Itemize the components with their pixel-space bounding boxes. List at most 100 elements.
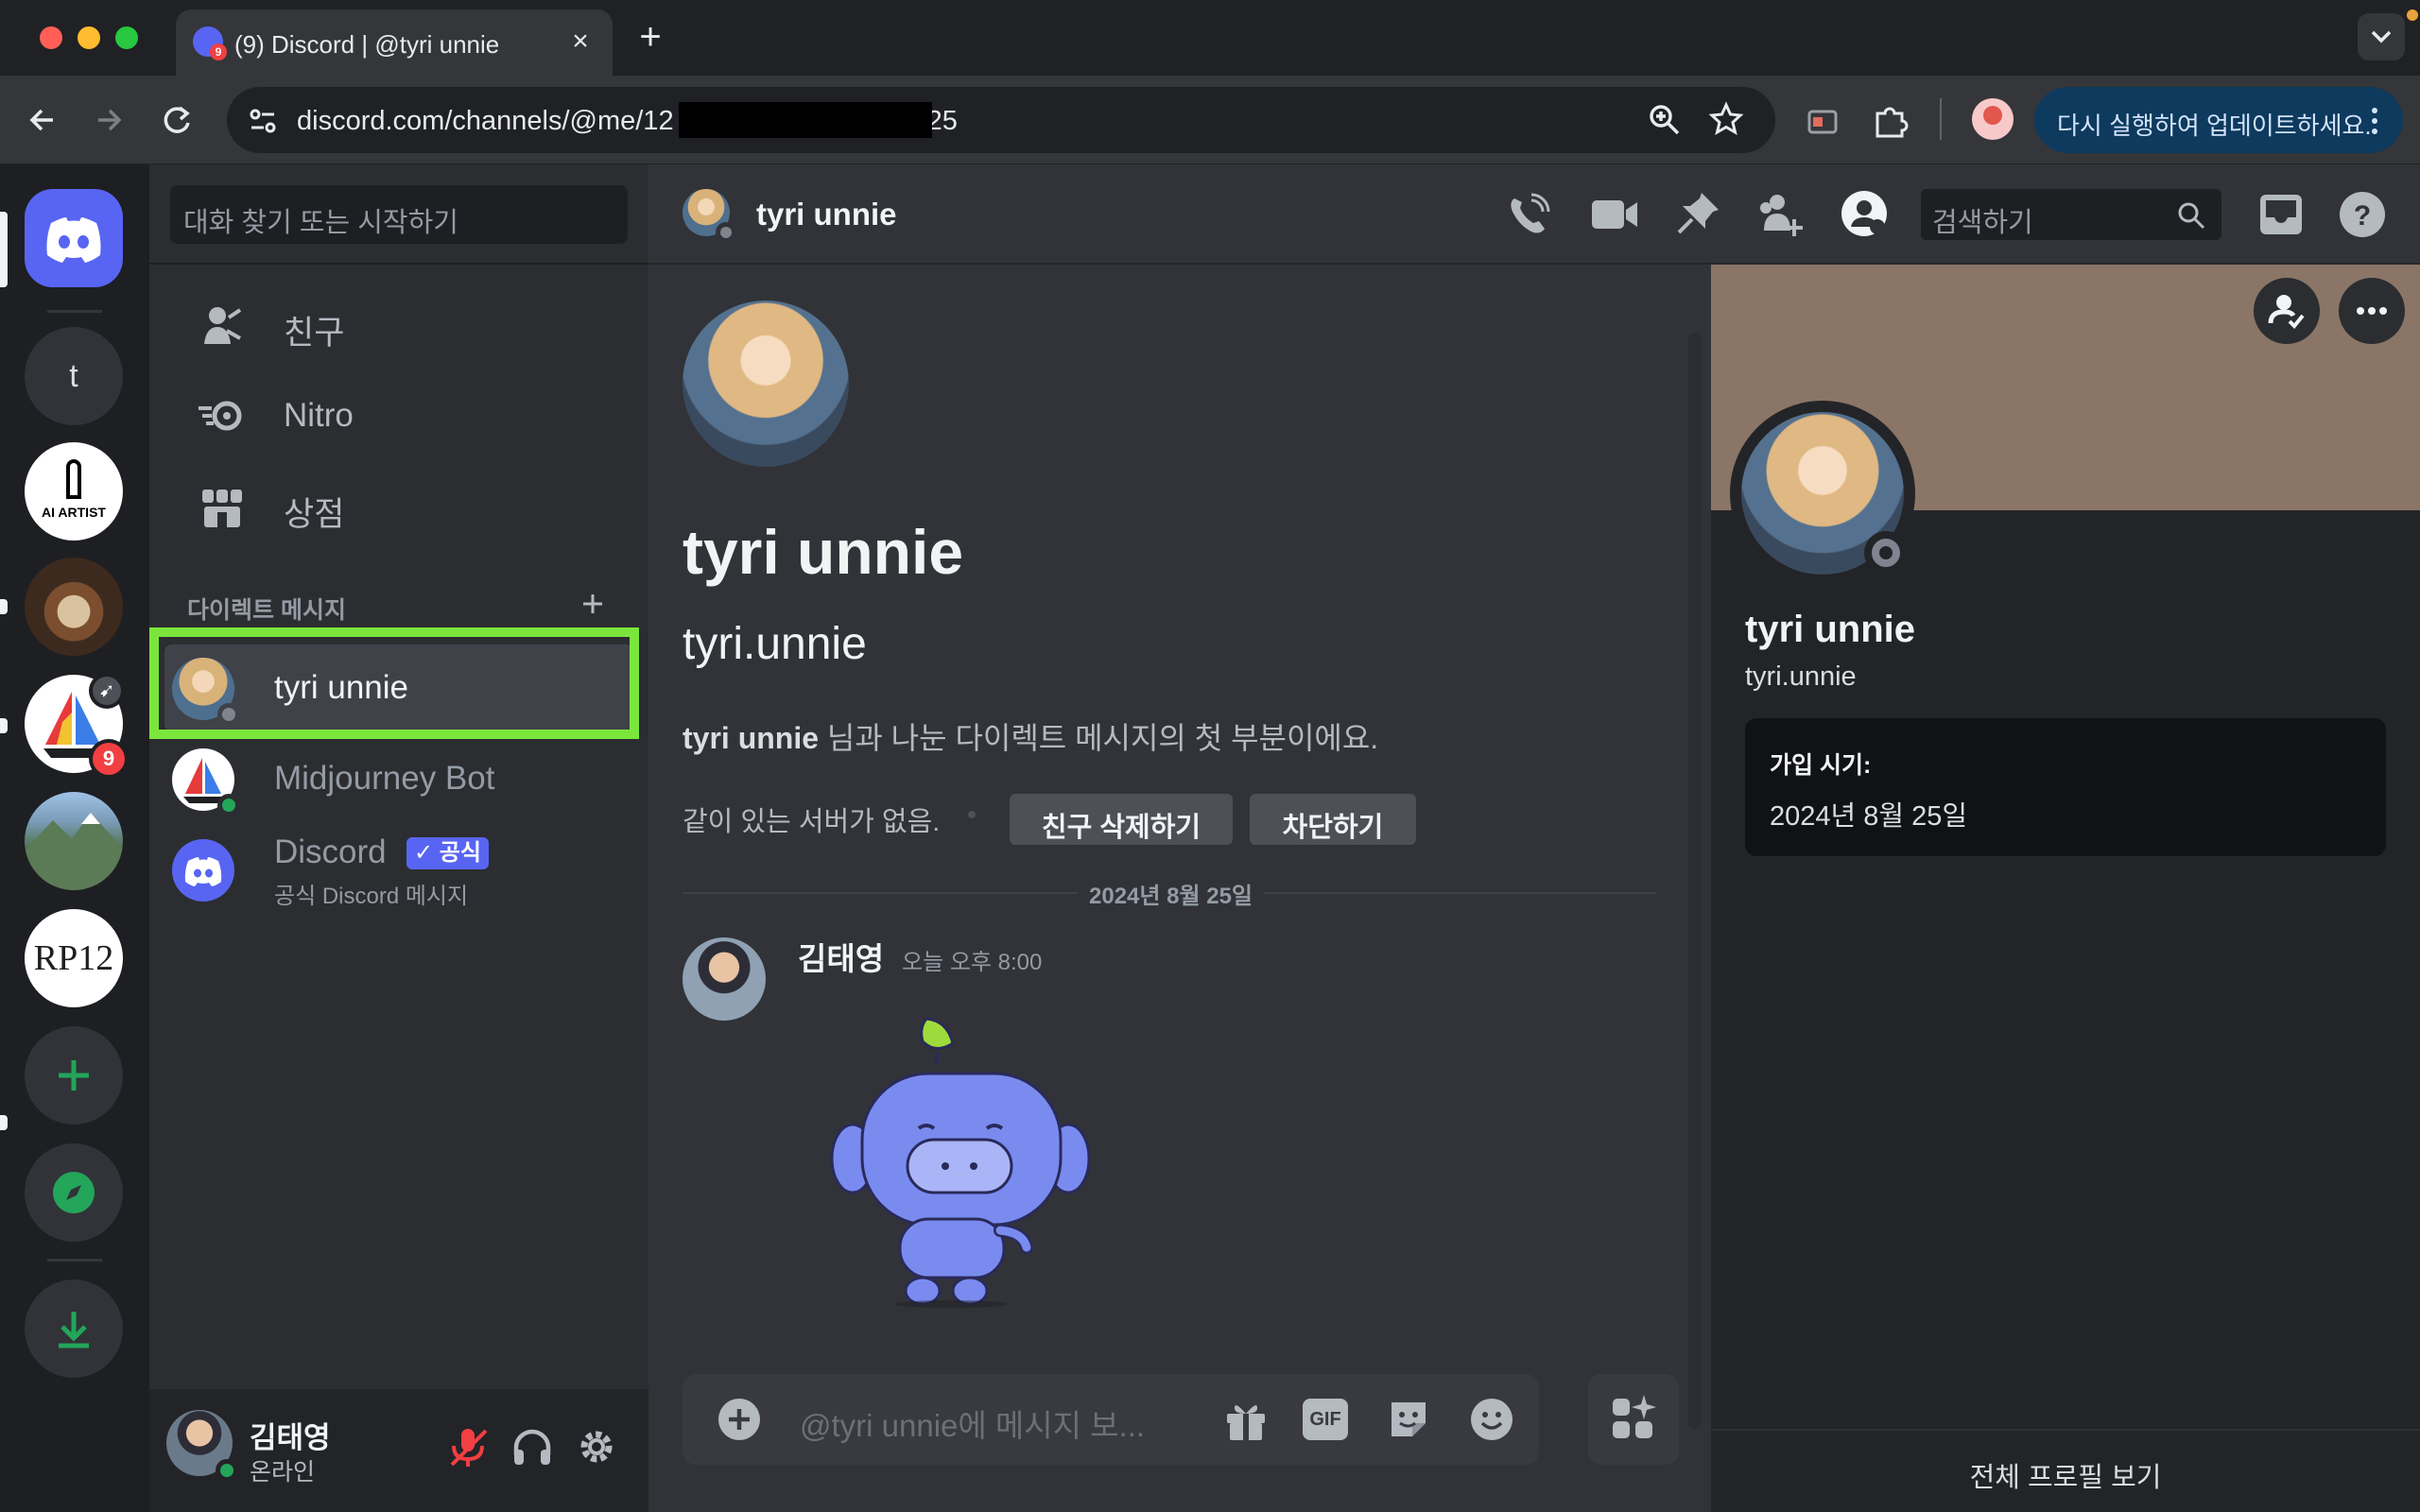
shop-icon	[202, 490, 242, 527]
cast-icon[interactable]	[1804, 104, 1841, 142]
headphones-icon[interactable]	[509, 1423, 556, 1470]
discord-logo-icon	[46, 217, 101, 263]
user-panel: 김태영 온라인	[149, 1389, 648, 1512]
unread-indicator	[0, 599, 8, 614]
extensions-icon[interactable]	[1870, 100, 1911, 142]
apps-icon	[1613, 1395, 1656, 1438]
tab-search-button[interactable]	[2358, 13, 2405, 60]
selected-indicator	[0, 212, 8, 287]
direct-messages-home-button[interactable]	[25, 189, 123, 287]
chat-scrollbar[interactable]	[1688, 333, 1702, 1429]
pin-icon[interactable]	[1673, 189, 1722, 238]
user-status: 온라인	[250, 1459, 316, 1486]
ellipsis-icon	[2357, 307, 2387, 315]
help-icon[interactable]: ?	[2337, 189, 2388, 240]
user-profile-toggle-icon[interactable]	[1838, 187, 1891, 240]
new-tab-button[interactable]: +	[631, 18, 669, 57]
create-dm-icon[interactable]	[579, 590, 607, 618]
block-button[interactable]: 차단하기	[1250, 794, 1416, 845]
add-friend-button[interactable]	[2254, 278, 2320, 344]
channel-header: tyri unnie 검색하기 ?	[648, 164, 2420, 265]
dm-intro-text: tyri unnie 님과 나눈 다이렉트 메시지의 첫 부분이에요.	[683, 721, 1379, 755]
mention-badge: 9	[93, 743, 125, 775]
profile-username: tyri.unnie	[1745, 662, 1857, 692]
redaction-bar	[679, 102, 932, 138]
message-author-avatar[interactable]	[683, 937, 766, 1021]
server-t[interactable]: t	[25, 327, 123, 425]
gift-icon[interactable]	[1221, 1395, 1270, 1444]
dm-sidebar: 대화 찾기 또는 시작하기 친구 Nitro 상점 다이렉트 메시지 tyri …	[149, 164, 648, 1512]
gif-button[interactable]: GIF	[1303, 1399, 1348, 1440]
server-coffee[interactable]	[25, 558, 123, 656]
server-rp12[interactable]: RP12	[25, 909, 123, 1007]
rocket-icon: ➹	[93, 677, 121, 705]
unread-indicator	[0, 718, 8, 733]
view-full-profile-link[interactable]: 전체 프로필 보기	[1711, 1455, 2420, 1495]
user-avatar[interactable]	[166, 1410, 238, 1482]
boost-badge: ➹	[89, 673, 125, 709]
dm-display-name: tyri unnie	[683, 517, 964, 587]
reload-icon[interactable]	[157, 100, 197, 140]
inbox-icon[interactable]	[2256, 189, 2307, 240]
zoom-icon[interactable]	[1647, 102, 1683, 138]
nav-nitro[interactable]: Nitro	[164, 374, 633, 455]
zoom-window-button[interactable]	[115, 26, 138, 49]
separator-dot	[968, 811, 976, 818]
offline-status-icon	[1872, 539, 1900, 567]
no-mutual-servers-text: 같이 있는 서버가 없음.	[683, 807, 941, 837]
server-mountain[interactable]	[25, 792, 123, 890]
more-options-button[interactable]	[2339, 278, 2405, 344]
svg-text:?: ?	[2354, 200, 2371, 232]
user-profile-panel: tyri unnie tyri.unnie 가입 시기: 2024년 8월 25…	[1711, 265, 2420, 1512]
mic-muted-icon[interactable]	[444, 1423, 492, 1470]
avatar	[172, 748, 240, 816]
server-midjourney[interactable]: ➹ 9	[25, 673, 129, 779]
forward-icon[interactable]	[89, 100, 129, 140]
close-tab-icon[interactable]: ×	[565, 26, 596, 57]
minimize-window-button[interactable]	[78, 26, 100, 49]
message-timestamp: 오늘 오후 8:00	[902, 950, 1043, 975]
search-input[interactable]: 검색하기	[1921, 189, 2221, 240]
site-settings-icon[interactable]	[246, 104, 280, 138]
discord-logo-icon	[184, 857, 222, 886]
message-composer[interactable]: @tyri unnie에 메시지 보... GIF	[683, 1374, 1539, 1465]
header-channel-name: tyri unnie	[756, 197, 897, 232]
find-conversation-input[interactable]: 대화 찾기 또는 시작하기	[170, 185, 628, 244]
nav-friends[interactable]: 친구	[164, 284, 633, 365]
tab-title: (9) Discord | @tyri unnie	[234, 30, 500, 59]
dm-item-midjourney-bot[interactable]: Midjourney Bot	[164, 735, 633, 822]
download-apps-button[interactable]	[25, 1280, 123, 1378]
update-chrome-button[interactable]: 다시 실행하여 업데이트하세요.	[2034, 87, 2403, 153]
explore-servers-button[interactable]	[25, 1143, 123, 1242]
nitro-icon	[199, 401, 242, 431]
voice-call-icon[interactable]	[1505, 191, 1552, 238]
rail-divider	[47, 310, 102, 313]
dm-item-discord[interactable]: Discord ✓ 공식 공식 Discord 메시지	[164, 826, 633, 913]
wumpus-sticker[interactable]	[824, 1017, 1108, 1310]
emoji-icon[interactable]	[1467, 1395, 1516, 1444]
profile-large-avatar	[683, 301, 849, 467]
sticker-icon[interactable]	[1384, 1395, 1433, 1444]
dm-username: tyri.unnie	[683, 619, 867, 669]
add-server-button[interactable]	[25, 1026, 123, 1125]
attach-plus-icon[interactable]	[715, 1395, 764, 1444]
address-bar[interactable]: discord.com/channels/@me/12 25	[227, 87, 1775, 153]
message-author[interactable]: 김태영	[798, 934, 884, 979]
settings-gear-icon[interactable]	[573, 1423, 620, 1470]
remove-friend-button[interactable]: 친구 삭제하기	[1010, 794, 1233, 845]
rail-divider	[47, 1259, 102, 1262]
profile-avatar-frame[interactable]	[1730, 401, 1915, 586]
back-icon[interactable]	[23, 100, 62, 140]
bookmark-star-icon[interactable]	[1707, 100, 1745, 138]
header-avatar	[683, 189, 736, 243]
profile-avatar[interactable]	[1972, 98, 2014, 140]
server-rail: t AI ARTIST ➹ 9 RP12	[0, 164, 149, 1512]
nav-shop[interactable]: 상점	[164, 465, 633, 546]
add-friends-to-dm-icon[interactable]	[1754, 189, 1807, 240]
video-call-icon[interactable]	[1588, 191, 1641, 238]
unread-indicator	[0, 1115, 8, 1130]
app-launcher-button[interactable]	[1588, 1374, 1679, 1465]
server-ai-artist[interactable]: AI ARTIST	[25, 442, 123, 541]
browser-tab[interactable]: 9 (9) Discord | @tyri unnie ×	[176, 9, 613, 76]
close-window-button[interactable]	[40, 26, 62, 49]
